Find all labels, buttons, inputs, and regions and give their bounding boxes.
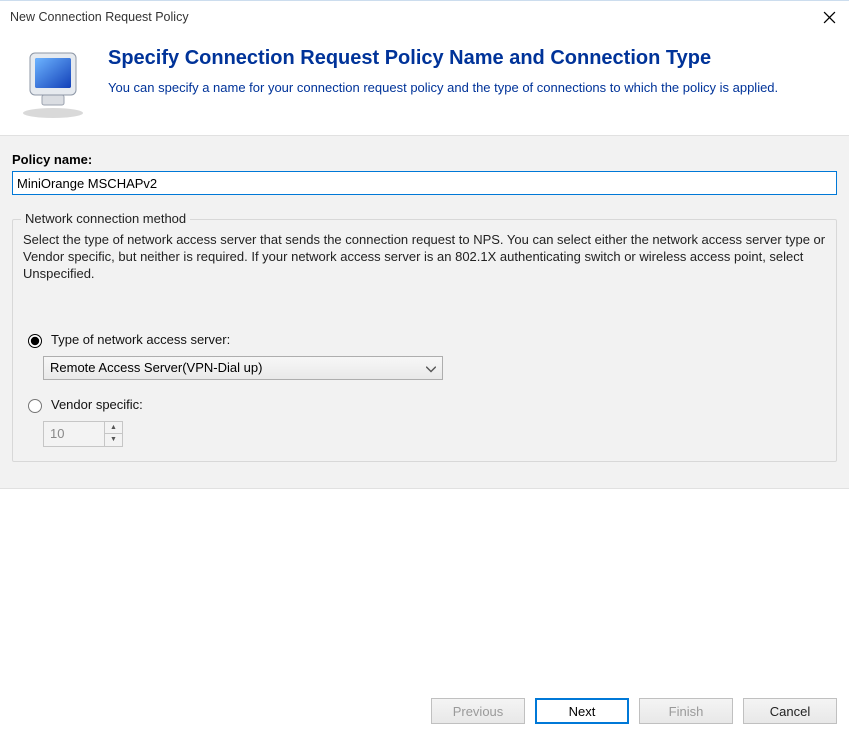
spinner-buttons: ▲ ▼ [104,422,122,446]
radio-vendor-specific[interactable]: Vendor specific: [23,396,826,413]
radio-type-label: Type of network access server: [51,332,230,347]
spinner-down-icon[interactable]: ▼ [105,434,122,446]
server-type-select[interactable]: Remote Access Server(VPN-Dial up) [43,356,443,380]
finish-button: Finish [639,698,733,724]
spinner-up-icon[interactable]: ▲ [105,422,122,435]
policy-icon [16,47,90,121]
titlebar: New Connection Request Policy [0,1,849,33]
policy-name-input[interactable] [12,171,837,195]
server-type-value: Remote Access Server(VPN-Dial up) [50,360,262,375]
close-button[interactable] [819,7,839,27]
network-method-description: Select the type of network access server… [23,232,826,283]
close-icon [823,11,836,24]
window-title: New Connection Request Policy [10,10,189,24]
header: Specify Connection Request Policy Name a… [0,33,849,135]
radio-type-of-server[interactable]: Type of network access server: [23,331,826,348]
radio-vendor-label: Vendor specific: [51,397,143,412]
network-method-fieldset: Network connection method Select the typ… [12,219,837,462]
page-subtitle: You can specify a name for your connecti… [108,80,778,95]
network-method-legend: Network connection method [21,211,190,226]
dialog-window: New Connection Request Policy [0,0,849,736]
chevron-down-icon [426,360,436,375]
radio-type-input[interactable] [28,334,42,348]
form-area: Policy name: Network connection method S… [0,135,849,489]
next-button[interactable]: Next [535,698,629,724]
header-text: Specify Connection Request Policy Name a… [108,47,778,95]
page-title: Specify Connection Request Policy Name a… [108,47,778,70]
vendor-spinner-input [44,422,104,446]
policy-name-label: Policy name: [12,152,837,167]
cancel-button[interactable]: Cancel [743,698,837,724]
radio-vendor-input[interactable] [28,399,42,413]
vendor-spinner: ▲ ▼ [43,421,123,447]
footer-buttons: Previous Next Finish Cancel [0,686,849,736]
previous-button: Previous [431,698,525,724]
